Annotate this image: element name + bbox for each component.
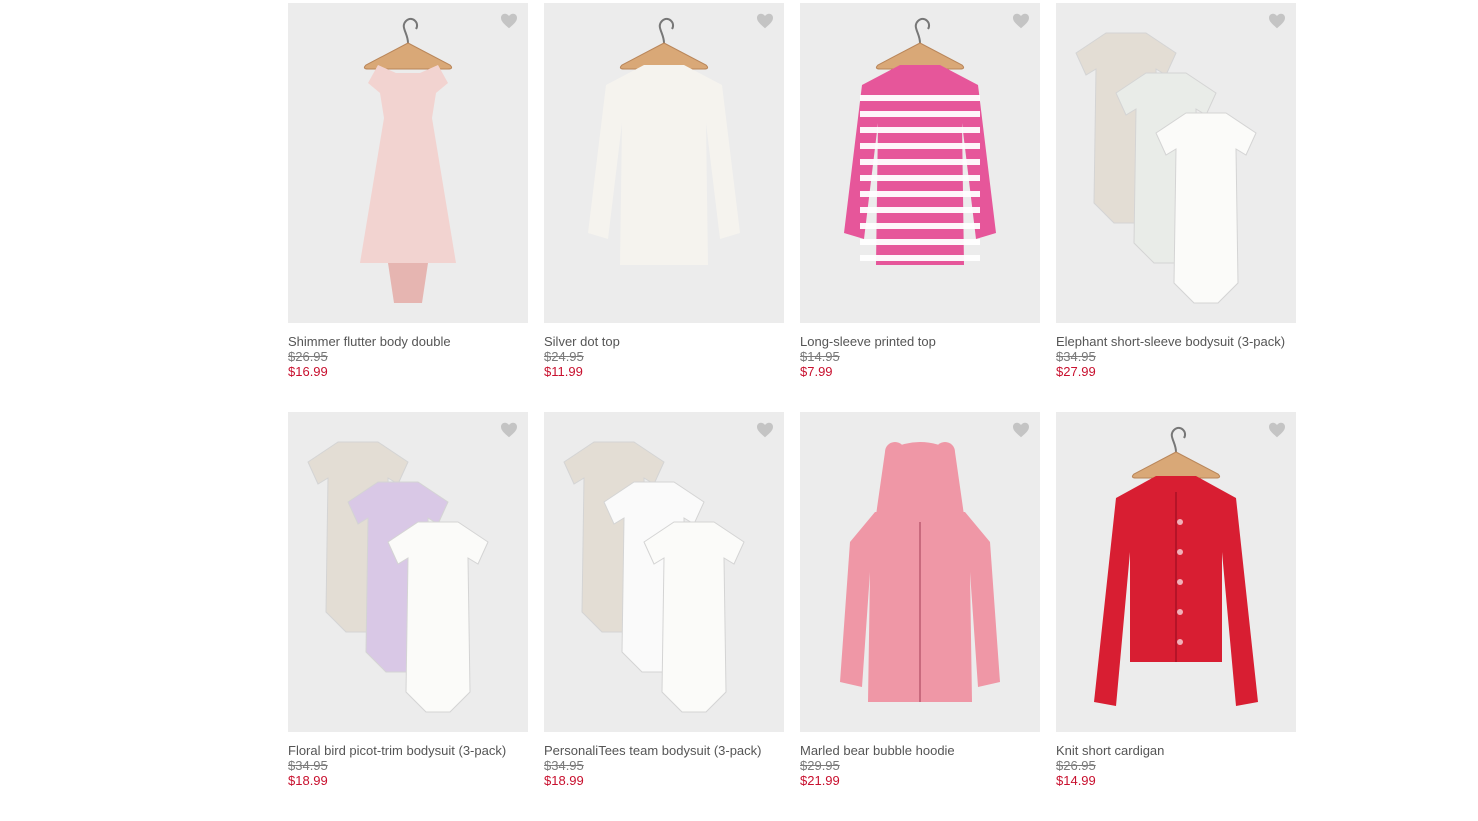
original-price: $34.95: [1056, 349, 1096, 364]
garment-illustration: [563, 441, 745, 713]
sale-price: $18.99: [288, 773, 328, 788]
sale-price: $14.99: [1056, 773, 1096, 788]
garment-shape: [844, 65, 996, 265]
heart-icon[interactable]: [1268, 422, 1286, 438]
product-name[interactable]: Floral bird picot-trim bodysuit (3-pack): [288, 743, 528, 758]
pink-striped-top-image[interactable]: [800, 3, 1040, 323]
hanger-icon: [619, 17, 709, 70]
product-name[interactable]: PersonaliTees team bodysuit (3-pack): [544, 743, 784, 758]
heart-icon[interactable]: [1012, 422, 1030, 438]
original-price: $34.95: [544, 758, 584, 773]
original-price: $26.95: [288, 349, 328, 364]
product-card-8[interactable]: Knit short cardigan $26.95 $14.99: [1056, 412, 1296, 821]
garment-illustration: [840, 442, 1000, 702]
heart-icon[interactable]: [1012, 13, 1030, 29]
heart-icon[interactable]: [500, 13, 518, 29]
garment-shape: [840, 442, 1000, 702]
sale-price: $18.99: [544, 773, 584, 788]
garment-illustration: [307, 441, 489, 713]
heart-icon[interactable]: [500, 422, 518, 438]
garment-shape: [563, 441, 745, 713]
white-blouse-image[interactable]: [544, 3, 784, 323]
floral-bodysuit-pack-image[interactable]: [288, 412, 528, 732]
original-price: $26.95: [1056, 758, 1096, 773]
product-name[interactable]: Knit short cardigan: [1056, 743, 1296, 758]
pink-flutter-bodysuit-image[interactable]: [288, 3, 528, 323]
garment-shape: [1094, 476, 1258, 706]
product-grid: Shimmer flutter body double $26.95 $16.9…: [288, 3, 1296, 821]
hanger-icon: [875, 17, 965, 70]
sale-price: $16.99: [288, 364, 328, 379]
garment-illustration: [844, 17, 996, 265]
product-card-7[interactable]: Marled bear bubble hoodie $29.95 $21.99: [800, 412, 1040, 821]
elephant-bodysuit-pack-image[interactable]: [1056, 3, 1296, 323]
heart-icon[interactable]: [756, 422, 774, 438]
product-name[interactable]: Marled bear bubble hoodie: [800, 743, 1040, 758]
garment-shape: [588, 65, 740, 265]
heart-icon[interactable]: [756, 13, 774, 29]
garment-shape: [307, 441, 489, 713]
garment-shape: [360, 65, 456, 303]
original-price: $34.95: [288, 758, 328, 773]
sale-price: $11.99: [544, 364, 583, 379]
product-name[interactable]: Elephant short-sleeve bodysuit (3-pack): [1056, 334, 1296, 349]
sale-price: $27.99: [1056, 364, 1096, 379]
red-cardigan-image[interactable]: [1056, 412, 1296, 732]
sale-price: $21.99: [800, 773, 840, 788]
original-price: $14.95: [800, 349, 840, 364]
product-card-3[interactable]: Long-sleeve printed top $14.95 $7.99: [800, 3, 1040, 412]
product-card-5[interactable]: Floral bird picot-trim bodysuit (3-pack)…: [288, 412, 528, 821]
garment-illustration: [588, 17, 740, 265]
heart-icon[interactable]: [1268, 13, 1286, 29]
garment-illustration: [1094, 426, 1258, 706]
garment-illustration: [1075, 32, 1257, 304]
product-card-1[interactable]: Shimmer flutter body double $26.95 $16.9…: [288, 3, 528, 412]
hanger-icon: [1131, 426, 1221, 479]
original-price: $24.95: [544, 349, 584, 364]
pink-bear-hoodie-image[interactable]: [800, 412, 1040, 732]
team-bodysuit-pack-image[interactable]: [544, 412, 784, 732]
product-name[interactable]: Long-sleeve printed top: [800, 334, 1040, 349]
hanger-icon: [363, 17, 453, 70]
product-card-6[interactable]: PersonaliTees team bodysuit (3-pack) $34…: [544, 412, 784, 821]
product-card-2[interactable]: Silver dot top $24.95 $11.99: [544, 3, 784, 412]
garment-shape: [1075, 32, 1257, 304]
original-price: $29.95: [800, 758, 840, 773]
product-name[interactable]: Silver dot top: [544, 334, 784, 349]
product-card-4[interactable]: Elephant short-sleeve bodysuit (3-pack) …: [1056, 3, 1296, 412]
product-name[interactable]: Shimmer flutter body double: [288, 334, 528, 349]
sale-price: $7.99: [800, 364, 833, 379]
garment-illustration: [360, 17, 456, 303]
